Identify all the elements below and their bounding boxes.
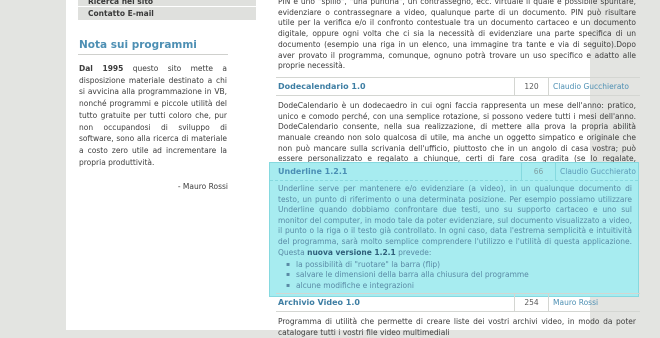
entry-description: Programma di utilità che permette di cre… — [278, 317, 636, 337]
sidebar-author: - Mauro Rossi — [177, 182, 228, 192]
program-list: PIN e uno "spillo", "una puntina", un co… — [276, 0, 640, 176]
page-container: Ricerca nel sito Contatto E-mail Nota su… — [66, 0, 640, 337]
entry-description-text: Underline serve per mantenere e/o eviden… — [278, 184, 632, 257]
feature-list: la possibilità di "ruotare" la barra (fl… — [270, 260, 638, 291]
entry-title-link[interactable]: Underline 1.2.1 — [270, 167, 521, 176]
sidebar-note-text: questo sito mette a disposizione materia… — [79, 64, 228, 167]
sidebar-title: Nota sui programmi — [79, 39, 197, 51]
sidebar: Ricerca nel sito Contatto E-mail Nota su… — [78, 0, 256, 191]
list-item: la possibilità di "ruotare" la barra (fl… — [286, 260, 638, 271]
entry-description: Underline serve per mantenere e/o eviden… — [270, 181, 638, 258]
sidebar-note: Dal 1995 questo sito mette a disposizion… — [79, 63, 227, 168]
sidebar-item-search[interactable]: Ricerca nel sito — [78, 0, 256, 7]
new-version-label: nuova versione 1.2.1 — [307, 247, 396, 257]
entry-title-link[interactable]: Archivio Video 1.0 — [276, 298, 514, 307]
download-count: 120 — [524, 81, 539, 91]
entry-description-tail: prevede: — [395, 247, 432, 257]
program-list-continued: Archivio Video 1.0 254 Mauro Rossi Progr… — [276, 288, 640, 338]
list-item: salvare le dimensioni della barra alla c… — [286, 270, 638, 281]
entry-header: Archivio Video 1.0 254 Mauro Rossi — [276, 293, 640, 312]
sidebar-note-year: Dal 1995 — [79, 64, 124, 73]
entry-author: Claudio Gucchierato — [553, 81, 629, 91]
entry-header: Dodecalendario 1.0 120 Claudio Gucchiera… — [276, 76, 640, 96]
highlighted-entry: Underline 1.2.1 66 Claudio Gucchierato U… — [269, 162, 639, 297]
sidebar-divider — [78, 54, 228, 55]
entry-author: Mauro Rossi — [553, 298, 599, 307]
entry-title-link[interactable]: Dodecalendario 1.0 — [276, 82, 514, 91]
entry-author: Claudio Gucchierato — [560, 167, 636, 176]
pin-description: PIN e uno "spillo", "una puntina", un co… — [278, 0, 636, 71]
sidebar-item-contact[interactable]: Contatto E-mail — [78, 7, 256, 21]
download-count: 254 — [524, 298, 539, 307]
entry-header: Underline 1.2.1 66 Claudio Gucchierato — [270, 163, 638, 181]
download-count: 66 — [533, 167, 544, 176]
